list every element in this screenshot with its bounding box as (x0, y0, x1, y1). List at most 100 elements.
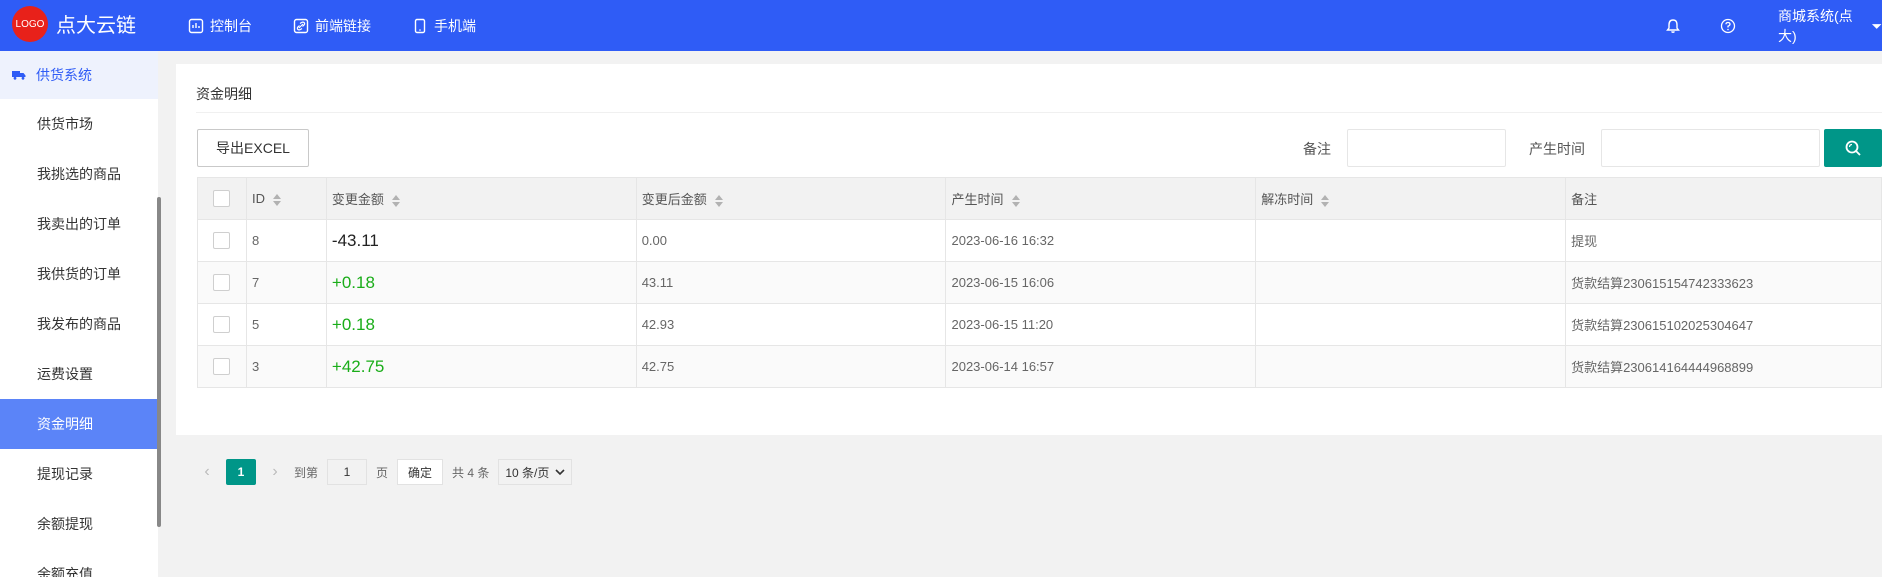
cell-id: 8 (245, 219, 327, 262)
sort-icon[interactable] (1011, 194, 1020, 207)
logo[interactable]: LOGO (12, 6, 48, 42)
sidebar-item-shipping-settings[interactable]: 运费设置 (0, 349, 158, 399)
sort-icon[interactable] (272, 193, 281, 206)
page-title: 资金明细 (196, 86, 252, 102)
top-header: LOGO 点大云链 控制台 前端链接 手机端 商城系统(点大) (0, 0, 1882, 51)
cell-remark: 货款结算230614164444968899 (1565, 345, 1882, 388)
sidebar-group-supply[interactable]: 供货系统 (0, 51, 158, 99)
caret-down-icon (1871, 23, 1882, 29)
sidebar-scrollbar[interactable] (157, 197, 161, 527)
divider (196, 112, 1882, 113)
sidebar-item-supply-orders[interactable]: 我供货的订单 (0, 249, 158, 299)
sidebar-item-withdraw-records[interactable]: 提现记录 (0, 449, 158, 499)
cell-change-amount: +0.18 (331, 272, 375, 292)
cell-created-time: 2023-06-14 16:57 (945, 345, 1257, 388)
sidebar-item-supply-market[interactable]: 供货市场 (0, 99, 158, 149)
cell-created-time: 2023-06-16 16:32 (945, 219, 1257, 262)
truck-icon (12, 71, 26, 80)
table-row: 8 -43.11 0.00 2023-06-16 16:32 提现 (197, 219, 1882, 262)
cell-after-amount: 0.00 (635, 219, 947, 262)
nav-dashboard[interactable]: 控制台 (188, 0, 252, 51)
column-header-change-amount[interactable]: 变更金额 (325, 177, 637, 220)
cell-after-amount: 43.11 (635, 261, 947, 304)
cell-remark: 提现 (1565, 219, 1882, 262)
notification-button[interactable] (1665, 0, 1681, 51)
goto-confirm-button[interactable]: 确定 (397, 459, 444, 485)
nav-dashboard-label: 控制台 (210, 17, 252, 34)
cell-change-amount: -43.11 (331, 230, 379, 250)
nav-frontend-link[interactable]: 前端链接 (293, 0, 371, 51)
column-header-created-time[interactable]: 产生时间 (945, 177, 1257, 220)
sort-icon[interactable] (391, 194, 400, 207)
row-checkbox[interactable] (213, 358, 231, 376)
cell-remark: 货款结算230615102025304647 (1565, 303, 1882, 346)
current-page-button[interactable]: 1 (226, 459, 256, 485)
nav-frontend-link-label: 前端链接 (315, 17, 371, 34)
next-page-button[interactable]: › (265, 463, 285, 481)
sidebar-group-label: 供货系统 (36, 67, 92, 83)
column-header-after-amount[interactable]: 变更后金额 (635, 177, 947, 220)
dashboard-icon (188, 18, 204, 33)
cell-id: 7 (245, 261, 327, 304)
time-filter-label: 产生时间 (1529, 141, 1585, 157)
row-checkbox[interactable] (213, 316, 231, 334)
cell-after-amount: 42.93 (635, 303, 947, 346)
sidebar-item-published-goods[interactable]: 我发布的商品 (0, 299, 158, 349)
table-row: 7 +0.18 43.11 2023-06-15 16:06 货款结算23061… (197, 261, 1882, 304)
nav-mobile[interactable]: 手机端 (412, 0, 476, 51)
cell-change-amount: +0.18 (331, 314, 375, 334)
sidebar-item-selected-goods[interactable]: 我挑选的商品 (0, 149, 158, 199)
brand-name: 点大云链 (56, 15, 136, 37)
export-excel-button[interactable]: 导出EXCEL (197, 129, 309, 167)
sidebar-item-fund-details[interactable]: 资金明细 (0, 399, 158, 449)
sidebar-item-balance-recharge[interactable]: 余额充值 (0, 549, 158, 577)
cell-unfreeze-time (1255, 261, 1567, 304)
fund-details-card: 资金明细 导出EXCEL 备注 产生时间 ID 变更金额 变更后金额 产生时间 … (176, 64, 1882, 485)
table-row: 5 +0.18 42.93 2023-06-15 11:20 货款结算23061… (197, 303, 1882, 346)
help-icon (1720, 18, 1736, 33)
cell-after-amount: 42.75 (635, 345, 947, 388)
cell-unfreeze-time (1255, 303, 1567, 346)
user-menu[interactable]: 商城系统(点大) (1778, 0, 1882, 51)
mobile-icon (414, 18, 426, 33)
goto-page-input[interactable]: 1 (327, 459, 368, 485)
select-all-checkbox[interactable] (213, 190, 231, 208)
fund-details-table: ID 变更金额 变更后金额 产生时间 解冻时间 备注 8 -43.11 0.00… (197, 177, 1882, 388)
link-icon (293, 18, 309, 33)
cell-unfreeze-time (1255, 345, 1567, 388)
remark-filter-input[interactable] (1347, 129, 1506, 167)
total-count: 共 4 条 (452, 465, 490, 480)
prev-page-button[interactable]: ‹ (197, 463, 217, 481)
page-size-select[interactable]: 10 条/页 (498, 459, 573, 485)
chevron-down-icon (555, 469, 565, 476)
sort-icon[interactable] (714, 194, 723, 207)
cell-id: 5 (245, 303, 327, 346)
page-unit-label: 页 (376, 465, 389, 480)
sidebar: 供货系统 供货市场 我挑选的商品 我卖出的订单 我供货的订单 我发布的商品 运费… (0, 51, 158, 577)
bell-icon (1666, 18, 1680, 33)
column-header-remark: 备注 (1565, 177, 1882, 220)
cell-created-time: 2023-06-15 16:06 (945, 261, 1257, 304)
cell-change-amount: +42.75 (331, 356, 385, 376)
cell-remark: 货款结算230615154742333623 (1565, 261, 1882, 304)
sort-icon[interactable] (1321, 194, 1330, 207)
nav-mobile-label: 手机端 (434, 17, 476, 34)
sidebar-item-balance-withdraw[interactable]: 余额提现 (0, 499, 158, 549)
page-size-value: 10 条/页 (505, 465, 550, 480)
search-button[interactable] (1824, 129, 1882, 167)
goto-label: 到第 (294, 465, 319, 480)
cell-id: 3 (245, 345, 327, 388)
cell-created-time: 2023-06-15 11:20 (945, 303, 1257, 346)
search-icon (1845, 140, 1861, 156)
row-checkbox[interactable] (213, 232, 231, 250)
table-row: 3 +42.75 42.75 2023-06-14 16:57 货款结算2306… (197, 345, 1882, 388)
sidebar-item-sold-orders[interactable]: 我卖出的订单 (0, 199, 158, 249)
row-checkbox[interactable] (213, 274, 231, 292)
remark-filter-label: 备注 (1303, 141, 1331, 157)
user-name: 商城系统(点大) (1778, 7, 1853, 44)
time-filter-input[interactable] (1601, 129, 1820, 167)
column-header-unfreeze-time[interactable]: 解冻时间 (1255, 177, 1567, 220)
column-header-id[interactable]: ID (245, 177, 327, 220)
table-header-row: ID 变更金额 变更后金额 产生时间 解冻时间 备注 (197, 177, 1882, 220)
help-button[interactable] (1720, 0, 1736, 51)
